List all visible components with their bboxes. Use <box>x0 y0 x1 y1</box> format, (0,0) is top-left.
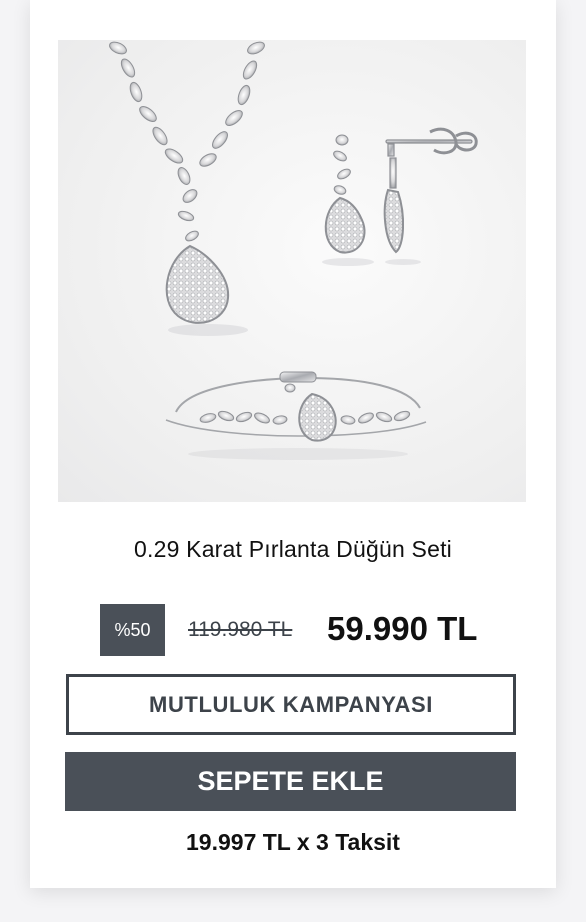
necklace <box>109 41 265 324</box>
product-card[interactable]: 0.29 Karat Pırlanta Düğün Seti %50 119.9… <box>30 0 556 888</box>
product-image[interactable] <box>58 40 526 502</box>
jewelry-set-illustration <box>109 41 478 460</box>
price-row: %50 119.980 TL 59.990 TL <box>100 604 540 658</box>
earring-front <box>324 134 366 254</box>
earring-side <box>383 127 478 254</box>
installment-info: 19.997 TL x 3 Taksit <box>186 829 400 855</box>
new-price: 59.990 TL <box>327 610 478 647</box>
discount-badge: %50 <box>100 604 165 656</box>
product-title[interactable]: 0.29 Karat Pırlanta Düğün Seti <box>30 536 556 563</box>
campaign-button[interactable]: MUTLULUK KAMPANYASI <box>66 674 516 735</box>
old-price: 119.980 TL <box>188 618 293 641</box>
bracelet <box>165 371 427 442</box>
add-to-cart-button[interactable]: SEPETE EKLE <box>65 752 516 811</box>
